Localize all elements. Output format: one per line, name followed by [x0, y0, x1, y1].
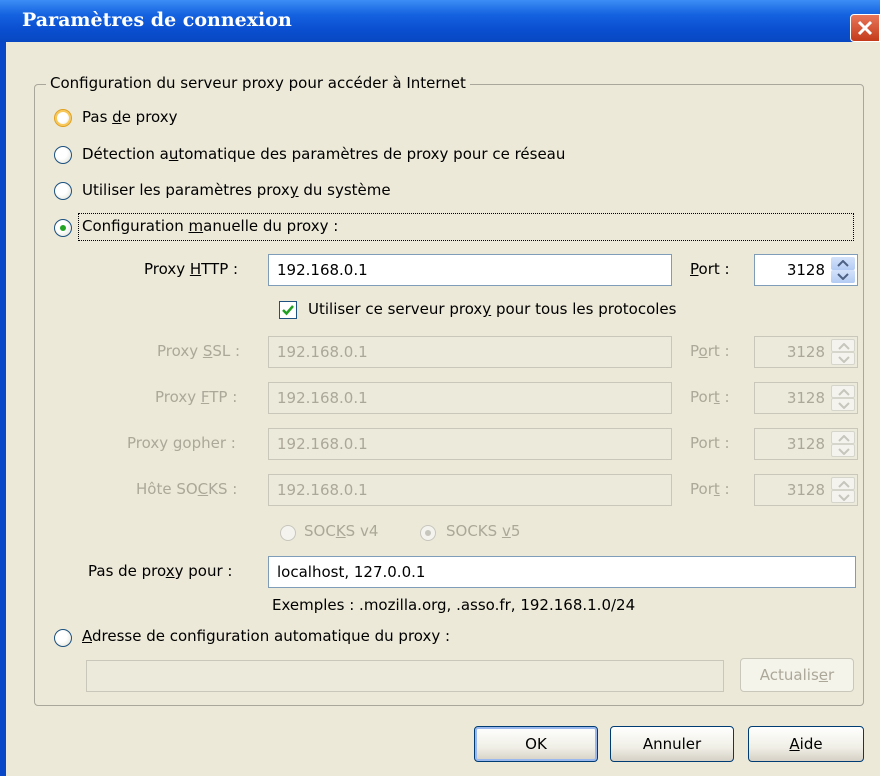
radio-system-proxy[interactable]: [54, 182, 72, 200]
gopher-proxy-input[interactable]: 192.168.0.1: [268, 428, 672, 460]
spin-down-button[interactable]: [831, 270, 855, 283]
ok-button[interactable]: OK: [474, 726, 598, 762]
window-title: Paramètres de connexion: [22, 9, 292, 31]
share-proxy-label[interactable]: Utiliser ce serveur proxy pour tous les …: [308, 300, 676, 318]
spin-up-button[interactable]: [831, 385, 855, 398]
auto-config-url-input[interactable]: [86, 660, 724, 692]
http-port-label: Port :: [690, 260, 730, 278]
radio-manual-proxy[interactable]: [54, 219, 72, 237]
radio-socks-v5[interactable]: [420, 525, 436, 541]
ssl-proxy-input[interactable]: 192.168.0.1: [268, 336, 672, 368]
gopher-port-label: Port :: [690, 434, 730, 452]
ftp-port-label: Port :: [690, 388, 730, 406]
radio-auto-detect[interactable]: [54, 146, 72, 164]
spin-down-button[interactable]: [831, 490, 855, 503]
socks-port-label: Port :: [690, 480, 730, 498]
arrow-down-icon: [837, 273, 849, 280]
examples-text: Exemples : .mozilla.org, .asso.fr, 192.1…: [272, 596, 636, 614]
http-proxy-input[interactable]: 192.168.0.1: [268, 254, 672, 286]
radio-manual-proxy-label[interactable]: Configuration manuelle du proxy :: [82, 217, 338, 235]
reload-button[interactable]: Actualiser: [740, 658, 854, 692]
ftp-port-spinner[interactable]: 3128: [754, 382, 858, 414]
radio-selected-dot: [60, 225, 66, 231]
gopher-port-value[interactable]: 3128: [787, 429, 825, 459]
radio-selected-dot: [425, 530, 431, 536]
socks-port-value[interactable]: 3128: [787, 475, 825, 505]
ssl-port-label: Port :: [690, 342, 730, 360]
arrow-down-icon: [838, 448, 850, 455]
radio-socks-v5-label[interactable]: SOCKS v5: [446, 522, 520, 540]
ssl-proxy-label: Proxy SSL :: [157, 342, 241, 360]
radio-socks-v4-label[interactable]: SOCKS v4: [304, 522, 378, 540]
arrow-down-icon: [838, 402, 850, 409]
http-proxy-label: Proxy HTTP :: [144, 260, 239, 278]
arrow-up-icon: [838, 435, 850, 442]
no-proxy-for-input[interactable]: localhost, 127.0.0.1: [268, 556, 856, 588]
gopher-port-spinner[interactable]: 3128: [754, 428, 858, 460]
socks-port-spinner[interactable]: 3128: [754, 474, 858, 506]
socks-host-input[interactable]: 192.168.0.1: [268, 474, 672, 506]
socks-host-label: Hôte SOCKS :: [136, 480, 238, 498]
http-port-spinner[interactable]: 3128: [754, 254, 858, 286]
spin-up-button[interactable]: [831, 257, 855, 270]
spin-up-button[interactable]: [831, 477, 855, 490]
spin-up-button[interactable]: [831, 431, 855, 444]
spin-down-button[interactable]: [831, 444, 855, 457]
ftp-proxy-label: Proxy FTP :: [155, 388, 238, 406]
arrow-up-icon: [838, 343, 850, 350]
close-icon: [857, 20, 873, 36]
help-button[interactable]: Aide: [748, 726, 864, 762]
radio-no-proxy[interactable]: [54, 109, 72, 127]
checkmark-icon: [282, 305, 294, 316]
radio-auto-config-label[interactable]: Adresse de configuration automatique du …: [82, 627, 450, 645]
arrow-up-icon: [837, 260, 849, 267]
radio-socks-v4[interactable]: [280, 525, 296, 541]
spin-up-button[interactable]: [831, 339, 855, 352]
no-proxy-for-label: Pas de proxy pour :: [88, 562, 233, 580]
window-frame: [0, 42, 6, 776]
share-proxy-checkbox[interactable]: [279, 301, 297, 319]
arrow-up-icon: [838, 389, 850, 396]
radio-no-proxy-label[interactable]: Pas de proxy: [82, 108, 178, 126]
cancel-button[interactable]: Annuler: [610, 726, 734, 762]
ssl-port-spinner[interactable]: 3128: [754, 336, 858, 368]
radio-system-proxy-label[interactable]: Utiliser les paramètres proxy du système: [82, 181, 391, 199]
spin-down-button[interactable]: [831, 398, 855, 411]
radio-auto-config[interactable]: [54, 629, 72, 647]
arrow-down-icon: [838, 494, 850, 501]
group-legend: Configuration du serveur proxy pour accé…: [46, 74, 470, 92]
arrow-up-icon: [838, 481, 850, 488]
radio-auto-detect-label[interactable]: Détection automatique des paramètres de …: [82, 145, 565, 163]
ftp-port-value[interactable]: 3128: [787, 383, 825, 413]
spin-down-button[interactable]: [831, 352, 855, 365]
ftp-proxy-input[interactable]: 192.168.0.1: [268, 382, 672, 414]
http-port-value[interactable]: 3128: [787, 255, 825, 285]
arrow-down-icon: [838, 356, 850, 363]
gopher-proxy-label: Proxy gopher :: [127, 434, 236, 452]
ssl-port-value[interactable]: 3128: [787, 337, 825, 367]
close-button[interactable]: [850, 14, 880, 42]
